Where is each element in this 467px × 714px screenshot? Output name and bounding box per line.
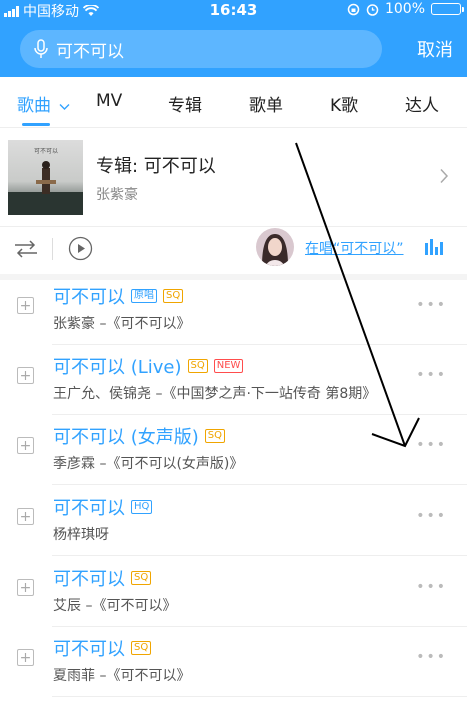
song-row[interactable]: + 可不可以 SQ 艾辰 –《可不可以》 ••• [0,557,467,627]
chevron-right-icon [440,168,449,184]
song-subtitle: 季彦霖 –《可不可以(女声版)》 [53,456,244,472]
header-bar: 中国移动 16:43 100% 可不可以 取消 [0,0,467,77]
add-icon[interactable]: + [17,367,34,384]
search-query: 可不可以 [56,41,124,62]
song-row[interactable]: + 可不可以 原唱 SQ 张紫豪 –《可不可以》 ••• [0,275,467,345]
more-icon[interactable]: ••• [416,437,447,453]
shuffle-icon[interactable] [14,238,38,260]
original-badge: 原唱 [131,289,157,303]
search-input[interactable]: 可不可以 [20,30,382,68]
row-divider [52,696,467,697]
tab-experts[interactable]: 达人 [405,91,439,116]
song-subtitle: 夏雨菲 –《可不可以》 [53,668,191,684]
song-row[interactable]: + 可不可以 (女声版) SQ 季彦霖 –《可不可以(女声版)》 ••• [0,415,467,485]
action-divider [52,238,53,260]
album-artist: 张紫豪 [96,187,138,203]
category-tabs: 歌曲 MV 专辑 歌单 K歌 达人 [0,77,467,128]
tab-karaoke[interactable]: K歌 [330,91,358,116]
row-divider [52,484,467,485]
battery-percent: 100% [384,1,425,17]
add-icon[interactable]: + [17,649,34,666]
battery-icon [431,3,464,15]
album-cover: 可不可以 [8,140,83,215]
song-subtitle: 张紫豪 –《可不可以》 [53,316,191,332]
song-title: 可不可以 [53,639,125,660]
more-icon[interactable]: ••• [416,297,447,313]
new-badge: NEW [213,359,244,373]
sq-badge: SQ [131,641,152,655]
sq-badge: SQ [204,429,225,443]
singer-avatar[interactable] [256,228,294,266]
row-divider [52,555,467,556]
tab-playlists[interactable]: 歌单 [249,91,283,116]
equalizer-icon[interactable] [425,239,443,255]
tab-songs[interactable]: 歌曲 [17,91,70,116]
more-icon[interactable]: ••• [416,367,447,383]
song-row[interactable]: + 可不可以 (Live) SQ NEW 王广允、侯锦尧 –《中国梦之声·下一站传奇… [0,345,467,415]
song-subtitle: 杨梓琪呀 [53,527,109,543]
album-title: 专辑: 可不可以 [96,156,216,177]
sq-badge: SQ [187,359,208,373]
alarm-icon [366,3,379,16]
status-bar: 中国移动 16:43 100% [0,0,467,20]
add-icon[interactable]: + [17,579,34,596]
song-subtitle: 艾辰 –《可不可以》 [53,598,177,614]
song-subtitle: 王广允、侯锦尧 –《中国梦之声·下一站传奇 第8期》 [53,386,377,402]
play-all-icon[interactable] [68,236,93,261]
tab-songs-label: 歌曲 [17,96,51,116]
microphone-icon[interactable] [30,38,52,60]
chevron-down-icon [59,104,70,110]
song-title: 可不可以 [53,498,125,519]
tab-active-indicator [22,123,50,126]
add-icon[interactable]: + [17,437,34,454]
song-row[interactable]: + 可不可以 HQ 杨梓琪呀 ••• [0,486,467,556]
action-bar: 在唱“可不可以” [0,226,467,272]
tab-mv[interactable]: MV [96,91,122,111]
song-title: 可不可以 (Live) [53,357,182,378]
song-title: 可不可以 [53,569,125,590]
hq-badge: HQ [131,500,153,514]
album-result[interactable]: 可不可以 专辑: 可不可以 张紫豪 [0,128,467,227]
rotation-lock-icon [347,3,360,15]
song-row[interactable]: + 可不可以 SQ 夏雨菲 –《可不可以》 ••• [0,627,467,697]
tab-albums[interactable]: 专辑 [168,91,202,116]
more-icon[interactable]: ••• [416,579,447,595]
singing-link[interactable]: 在唱“可不可以” [305,238,404,258]
sq-badge: SQ [163,289,184,303]
more-icon[interactable]: ••• [416,649,447,665]
sq-badge: SQ [131,571,152,585]
cancel-button[interactable]: 取消 [417,36,453,62]
add-icon[interactable]: + [17,297,34,314]
song-title: 可不可以 [53,287,125,308]
more-icon[interactable]: ••• [416,508,447,524]
add-icon[interactable]: + [17,508,34,525]
song-title: 可不可以 (女声版) [53,427,199,448]
album-cover-text: 可不可以 [34,148,58,155]
